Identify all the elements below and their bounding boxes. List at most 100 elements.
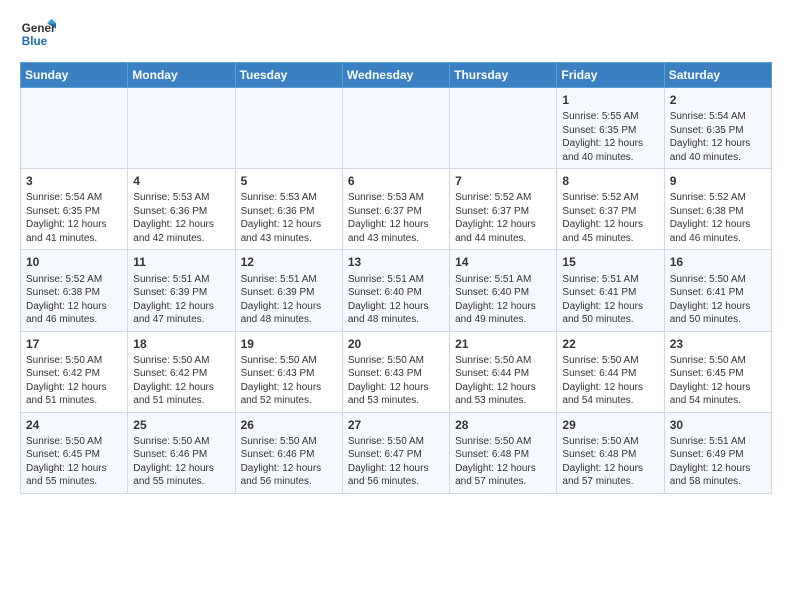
week-row-2: 3 Sunrise: 5:54 AM Sunset: 6:35 PM Daylig… xyxy=(21,169,772,250)
day-number: 12 xyxy=(241,254,337,270)
week-row-4: 17 Sunrise: 5:50 AM Sunset: 6:42 PM Dayli… xyxy=(21,331,772,412)
calendar-body: 1 Sunrise: 5:55 AM Sunset: 6:35 PM Daylig… xyxy=(21,88,772,494)
day-info: Sunrise: 5:50 AM Sunset: 6:44 PM Dayligh… xyxy=(562,354,658,408)
day-cell: 4 Sunrise: 5:53 AM Sunset: 6:36 PM Daylig… xyxy=(128,169,235,250)
day-info: Sunrise: 5:52 AM Sunset: 6:38 PM Dayligh… xyxy=(670,191,766,245)
day-number: 15 xyxy=(562,254,658,270)
day-cell: 24 Sunrise: 5:50 AM Sunset: 6:45 PM Dayli… xyxy=(21,412,128,493)
day-cell: 13 Sunrise: 5:51 AM Sunset: 6:40 PM Dayli… xyxy=(342,250,449,331)
day-info: Sunrise: 5:50 AM Sunset: 6:41 PM Dayligh… xyxy=(670,273,766,327)
header-cell-thursday: Thursday xyxy=(450,63,557,88)
page-header: General Blue xyxy=(20,16,772,52)
day-number: 1 xyxy=(562,92,658,108)
day-cell: 5 Sunrise: 5:53 AM Sunset: 6:36 PM Daylig… xyxy=(235,169,342,250)
day-cell: 19 Sunrise: 5:50 AM Sunset: 6:43 PM Dayli… xyxy=(235,331,342,412)
day-number: 24 xyxy=(26,417,122,433)
day-cell xyxy=(342,88,449,169)
day-number: 3 xyxy=(26,173,122,189)
day-info: Sunrise: 5:51 AM Sunset: 6:39 PM Dayligh… xyxy=(241,273,337,327)
day-cell xyxy=(21,88,128,169)
day-cell: 10Sunrise: 5:52 AM Sunset: 6:38 PM Dayli… xyxy=(21,250,128,331)
day-cell: 21 Sunrise: 5:50 AM Sunset: 6:44 PM Dayli… xyxy=(450,331,557,412)
day-cell: 11 Sunrise: 5:51 AM Sunset: 6:39 PM Dayli… xyxy=(128,250,235,331)
day-cell: 8 Sunrise: 5:52 AM Sunset: 6:37 PM Daylig… xyxy=(557,169,664,250)
day-cell: 12 Sunrise: 5:51 AM Sunset: 6:39 PM Dayli… xyxy=(235,250,342,331)
day-info: Sunrise: 5:50 AM Sunset: 6:46 PM Dayligh… xyxy=(133,435,229,489)
day-info: Sunrise: 5:55 AM Sunset: 6:35 PM Dayligh… xyxy=(562,110,658,164)
day-cell: 27Sunrise: 5:50 AM Sunset: 6:47 PM Dayli… xyxy=(342,412,449,493)
day-number: 25 xyxy=(133,417,229,433)
day-cell: 17 Sunrise: 5:50 AM Sunset: 6:42 PM Dayli… xyxy=(21,331,128,412)
calendar-header: SundayMondayTuesdayWednesdayThursdayFrid… xyxy=(21,63,772,88)
day-info: Sunrise: 5:52 AM Sunset: 6:37 PM Dayligh… xyxy=(455,191,551,245)
day-cell: 18 Sunrise: 5:50 AM Sunset: 6:42 PM Dayli… xyxy=(128,331,235,412)
day-cell: 14 Sunrise: 5:51 AM Sunset: 6:40 PM Dayli… xyxy=(450,250,557,331)
calendar-table: SundayMondayTuesdayWednesdayThursdayFrid… xyxy=(20,62,772,494)
week-row-3: 10Sunrise: 5:52 AM Sunset: 6:38 PM Dayli… xyxy=(21,250,772,331)
day-cell: 1 Sunrise: 5:55 AM Sunset: 6:35 PM Daylig… xyxy=(557,88,664,169)
day-number: 17 xyxy=(26,336,122,352)
header-cell-sunday: Sunday xyxy=(21,63,128,88)
day-number: 2 xyxy=(670,92,766,108)
day-cell xyxy=(450,88,557,169)
day-info: Sunrise: 5:53 AM Sunset: 6:36 PM Dayligh… xyxy=(241,191,337,245)
day-info: Sunrise: 5:53 AM Sunset: 6:37 PM Dayligh… xyxy=(348,191,444,245)
day-number: 9 xyxy=(670,173,766,189)
day-info: Sunrise: 5:50 AM Sunset: 6:46 PM Dayligh… xyxy=(241,435,337,489)
day-cell: 7Sunrise: 5:52 AM Sunset: 6:37 PM Daylig… xyxy=(450,169,557,250)
day-cell: 20Sunrise: 5:50 AM Sunset: 6:43 PM Dayli… xyxy=(342,331,449,412)
header-cell-wednesday: Wednesday xyxy=(342,63,449,88)
day-info: Sunrise: 5:50 AM Sunset: 6:42 PM Dayligh… xyxy=(133,354,229,408)
day-number: 30 xyxy=(670,417,766,433)
day-number: 27 xyxy=(348,417,444,433)
day-number: 8 xyxy=(562,173,658,189)
day-cell: 2 Sunrise: 5:54 AM Sunset: 6:35 PM Daylig… xyxy=(664,88,771,169)
day-info: Sunrise: 5:54 AM Sunset: 6:35 PM Dayligh… xyxy=(670,110,766,164)
day-cell: 23 Sunrise: 5:50 AM Sunset: 6:45 PM Dayli… xyxy=(664,331,771,412)
day-info: Sunrise: 5:51 AM Sunset: 6:41 PM Dayligh… xyxy=(562,273,658,327)
header-cell-tuesday: Tuesday xyxy=(235,63,342,88)
day-cell: 30 Sunrise: 5:51 AM Sunset: 6:49 PM Dayli… xyxy=(664,412,771,493)
day-number: 18 xyxy=(133,336,229,352)
day-info: Sunrise: 5:51 AM Sunset: 6:40 PM Dayligh… xyxy=(455,273,551,327)
day-number: 6 xyxy=(348,173,444,189)
day-number: 4 xyxy=(133,173,229,189)
day-number: 13 xyxy=(348,254,444,270)
day-cell: 3 Sunrise: 5:54 AM Sunset: 6:35 PM Daylig… xyxy=(21,169,128,250)
day-info: Sunrise: 5:51 AM Sunset: 6:39 PM Dayligh… xyxy=(133,273,229,327)
day-number: 19 xyxy=(241,336,337,352)
header-cell-saturday: Saturday xyxy=(664,63,771,88)
week-row-5: 24 Sunrise: 5:50 AM Sunset: 6:45 PM Dayli… xyxy=(21,412,772,493)
svg-text:Blue: Blue xyxy=(22,35,48,48)
day-info: Sunrise: 5:50 AM Sunset: 6:45 PM Dayligh… xyxy=(670,354,766,408)
day-number: 22 xyxy=(562,336,658,352)
day-info: Sunrise: 5:50 AM Sunset: 6:43 PM Dayligh… xyxy=(241,354,337,408)
header-row: SundayMondayTuesdayWednesdayThursdayFrid… xyxy=(21,63,772,88)
header-cell-friday: Friday xyxy=(557,63,664,88)
day-cell: 16 Sunrise: 5:50 AM Sunset: 6:41 PM Dayli… xyxy=(664,250,771,331)
day-number: 14 xyxy=(455,254,551,270)
day-cell: 29Sunrise: 5:50 AM Sunset: 6:48 PM Dayli… xyxy=(557,412,664,493)
logo-icon: General Blue xyxy=(20,16,56,52)
day-info: Sunrise: 5:50 AM Sunset: 6:45 PM Dayligh… xyxy=(26,435,122,489)
day-info: Sunrise: 5:53 AM Sunset: 6:36 PM Dayligh… xyxy=(133,191,229,245)
day-number: 28 xyxy=(455,417,551,433)
day-number: 23 xyxy=(670,336,766,352)
week-row-1: 1 Sunrise: 5:55 AM Sunset: 6:35 PM Daylig… xyxy=(21,88,772,169)
day-cell xyxy=(128,88,235,169)
day-cell: 22 Sunrise: 5:50 AM Sunset: 6:44 PM Dayli… xyxy=(557,331,664,412)
day-number: 5 xyxy=(241,173,337,189)
day-info: Sunrise: 5:50 AM Sunset: 6:44 PM Dayligh… xyxy=(455,354,551,408)
day-number: 10 xyxy=(26,254,122,270)
day-cell xyxy=(235,88,342,169)
day-number: 11 xyxy=(133,254,229,270)
day-info: Sunrise: 5:54 AM Sunset: 6:35 PM Dayligh… xyxy=(26,191,122,245)
day-number: 21 xyxy=(455,336,551,352)
day-info: Sunrise: 5:51 AM Sunset: 6:49 PM Dayligh… xyxy=(670,435,766,489)
day-info: Sunrise: 5:51 AM Sunset: 6:40 PM Dayligh… xyxy=(348,273,444,327)
day-info: Sunrise: 5:50 AM Sunset: 6:42 PM Dayligh… xyxy=(26,354,122,408)
day-info: Sunrise: 5:50 AM Sunset: 6:43 PM Dayligh… xyxy=(348,354,444,408)
day-cell: 26Sunrise: 5:50 AM Sunset: 6:46 PM Dayli… xyxy=(235,412,342,493)
day-number: 16 xyxy=(670,254,766,270)
day-info: Sunrise: 5:52 AM Sunset: 6:37 PM Dayligh… xyxy=(562,191,658,245)
